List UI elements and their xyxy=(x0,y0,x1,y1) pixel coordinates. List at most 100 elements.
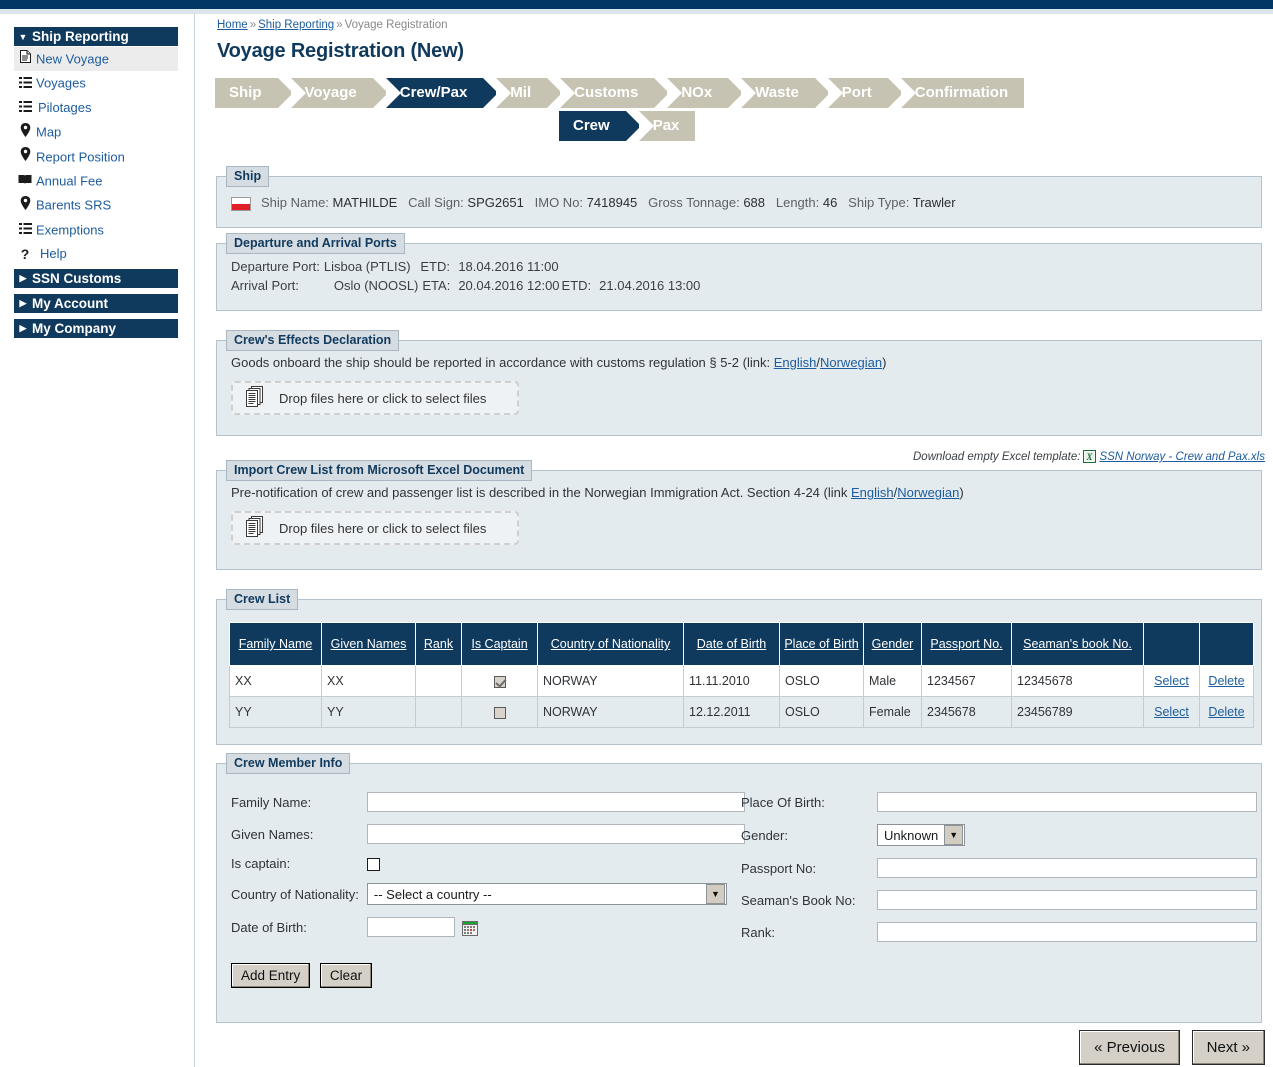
previous-button[interactable]: « Previous xyxy=(1079,1030,1181,1065)
sidebar-group-ship-reporting[interactable]: ▼ Ship Reporting xyxy=(14,27,178,47)
sidebar-item-map[interactable]: Map xyxy=(14,120,178,144)
delete-link[interactable]: Delete xyxy=(1208,674,1244,688)
add-entry-button[interactable]: Add Entry xyxy=(231,963,311,989)
breadcrumb-separator: » xyxy=(249,19,257,31)
is-captain-checkbox xyxy=(493,706,506,719)
wizard-substep-crew[interactable]: Crew xyxy=(559,111,641,141)
place-of-birth-input[interactable] xyxy=(877,792,1257,812)
sidebar-group-my-company[interactable]: ▶ My Company xyxy=(14,318,178,339)
ship-name-value: MATHILDE xyxy=(332,195,398,210)
wizard-step-customs[interactable]: Customs xyxy=(560,78,670,108)
given-names-row: Given Names: xyxy=(231,824,745,856)
crew-effects-norwegian-link[interactable]: Norwegian xyxy=(820,355,882,370)
sidebar-item-new-voyage[interactable]: New Voyage xyxy=(14,47,178,72)
place-of-birth-row: Place Of Birth: xyxy=(741,792,1257,824)
cell-select[interactable]: Select xyxy=(1143,665,1200,697)
wizard-step-label: NOx xyxy=(681,84,713,101)
document-icon xyxy=(14,47,36,71)
column-is-captain[interactable]: Is Captain xyxy=(461,622,538,666)
wizard-step-waste[interactable]: Waste xyxy=(741,78,830,108)
table-row: XX XX NORWAY 11.11.2010 OSLO Male 123456… xyxy=(229,665,1254,697)
wizard-step-nox[interactable]: NOx xyxy=(667,78,743,108)
seamans-book-no-input[interactable] xyxy=(877,890,1257,910)
wizard-step-voyage[interactable]: Voyage xyxy=(290,78,389,108)
family-name-input[interactable] xyxy=(366,792,745,812)
clear-button[interactable]: Clear xyxy=(319,963,373,989)
date-of-birth-input[interactable] xyxy=(366,917,455,938)
import-crew-text-before: Pre-notification of crew and passenger l… xyxy=(231,485,851,500)
sidebar-group-my-account[interactable]: ▶ My Account xyxy=(14,293,178,314)
sidebar-item-pilotages[interactable]: Pilotages xyxy=(14,96,178,120)
cell-select[interactable]: Select xyxy=(1143,696,1200,728)
crew-effects-dropzone[interactable]: Drop files here or click to select files xyxy=(231,381,519,415)
passport-no-label: Passport No: xyxy=(741,860,817,876)
next-button[interactable]: Next » xyxy=(1191,1030,1265,1065)
sidebar: ▼ Ship Reporting New Voyage Voyages Pilot… xyxy=(0,14,195,1067)
list-icon xyxy=(14,96,36,120)
breadcrumb-section-link[interactable]: Ship Reporting xyxy=(258,19,334,31)
cell-given-names: XX xyxy=(321,665,416,697)
calendar-icon[interactable] xyxy=(461,920,478,936)
footer-navigation: « Previous Next » xyxy=(1079,1030,1265,1065)
sidebar-item-help[interactable]: ? Help xyxy=(14,242,178,266)
column-given-names[interactable]: Given Names xyxy=(321,622,416,666)
excel-icon: X xyxy=(1083,450,1097,466)
wizard-step-confirmation[interactable]: Confirmation xyxy=(900,78,1025,108)
delete-link[interactable]: Delete xyxy=(1208,705,1244,719)
country-selected-value: -- Select a country -- xyxy=(373,886,492,902)
cell-gender: Male xyxy=(863,665,922,697)
given-names-input[interactable] xyxy=(366,824,745,844)
column-seamans-book-no[interactable]: Seaman's book No. xyxy=(1011,622,1144,666)
import-crew-dropzone[interactable]: Drop files here or click to select files xyxy=(231,511,519,545)
wizard-step-port[interactable]: Port xyxy=(827,78,903,108)
import-crew-english-link[interactable]: English xyxy=(851,485,894,500)
cell-delete[interactable]: Delete xyxy=(1199,696,1254,728)
sidebar-item-exemptions[interactable]: Exemptions xyxy=(14,218,178,242)
rank-input[interactable] xyxy=(877,922,1257,942)
gender-select[interactable]: Unknown ▼ xyxy=(877,824,966,846)
column-country-of-nationality[interactable]: Country of Nationality xyxy=(537,622,684,666)
wizard-step-label: Voyage xyxy=(304,84,357,101)
select-link[interactable]: Select xyxy=(1154,674,1189,688)
passport-no-input[interactable] xyxy=(877,858,1257,878)
sidebar-group-label: SSN Customs xyxy=(32,270,122,286)
crew-effects-text-after: ) xyxy=(882,355,887,370)
column-gender[interactable]: Gender xyxy=(863,622,922,666)
column-rank[interactable]: Rank xyxy=(415,622,462,666)
ports-panel: Departure and Arrival Ports Departure Po… xyxy=(216,233,1262,311)
chevron-down-icon: ▼ xyxy=(18,31,28,42)
top-brand-bar xyxy=(0,0,1273,9)
excel-template-link[interactable]: SSN Norway - Crew and Pax.xls xyxy=(1099,451,1265,463)
seamans-book-no-label: Seaman's Book No: xyxy=(741,892,856,908)
wizard-step-label: Crew/Pax xyxy=(399,84,468,101)
wizard-substep-pax[interactable]: Pax xyxy=(638,111,696,141)
import-crew-norwegian-link[interactable]: Norwegian xyxy=(897,485,959,500)
sidebar-item-barents-srs[interactable]: Barents SRS xyxy=(14,193,178,217)
column-passport-no[interactable]: Passport No. xyxy=(921,622,1012,666)
cell-delete[interactable]: Delete xyxy=(1199,665,1254,697)
breadcrumb-separator: » xyxy=(336,19,343,31)
breadcrumb-home-link[interactable]: Home xyxy=(217,19,248,31)
wizard-step-mil[interactable]: Mil xyxy=(496,78,562,108)
gender-label: Gender: xyxy=(741,827,788,843)
sidebar-item-label: Help xyxy=(40,246,67,262)
is-captain-checkbox[interactable] xyxy=(366,858,380,872)
length-value: 46 xyxy=(822,195,838,210)
crew-effects-english-link[interactable]: English xyxy=(774,355,817,370)
departure-etd-label: ETD: xyxy=(420,259,451,274)
is-captain-label: Is captain: xyxy=(231,856,291,872)
country-of-nationality-select[interactable]: -- Select a country -- ▼ xyxy=(366,883,727,906)
cell-family-name: YY xyxy=(229,696,322,728)
wizard-step-crew-pax[interactable]: Crew/Pax xyxy=(385,78,498,108)
select-link[interactable]: Select xyxy=(1154,705,1189,719)
column-date-of-birth[interactable]: Date of Birth xyxy=(683,622,780,666)
column-family-name[interactable]: Family Name xyxy=(229,622,322,666)
sidebar-item-annual-fee[interactable]: Annual Fee xyxy=(14,169,178,193)
column-place-of-birth[interactable]: Place of Birth xyxy=(779,622,864,666)
sidebar-item-voyages[interactable]: Voyages xyxy=(14,71,178,95)
wizard-step-label: Customs xyxy=(574,84,639,101)
sidebar-group-ssn-customs[interactable]: ▶ SSN Customs xyxy=(14,268,178,289)
sidebar-item-report-position[interactable]: Report Position xyxy=(14,145,178,169)
wizard-step-ship[interactable]: Ship xyxy=(215,78,292,108)
sidebar-item-label: Exemptions xyxy=(36,222,104,238)
